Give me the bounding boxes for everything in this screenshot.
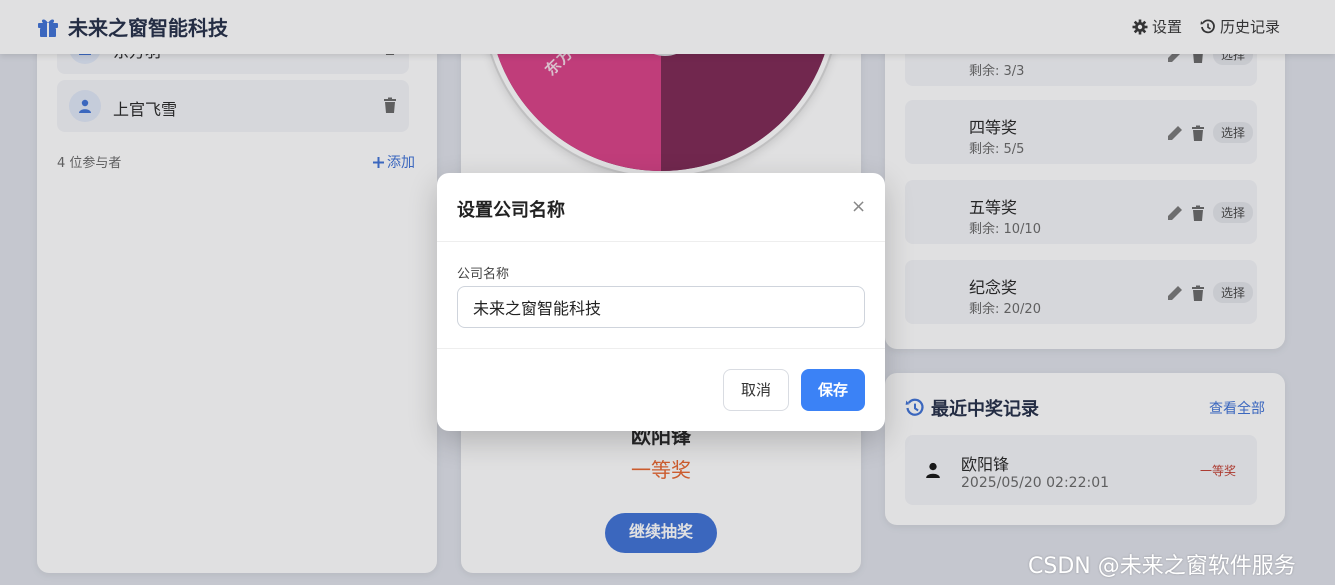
company-name-input[interactable]: [457, 286, 865, 328]
company-name-dialog: 设置公司名称 × 公司名称 取消 保存: [437, 173, 885, 431]
divider: [437, 241, 885, 242]
cancel-button[interactable]: 取消: [723, 369, 789, 411]
watermark: CSDN @未来之窗软件服务: [1028, 554, 1296, 579]
divider: [437, 348, 885, 349]
company-name-label: 公司名称: [457, 267, 510, 282]
close-icon[interactable]: ×: [851, 198, 866, 216]
dialog-title: 设置公司名称: [457, 200, 565, 221]
save-button[interactable]: 保存: [801, 369, 865, 411]
